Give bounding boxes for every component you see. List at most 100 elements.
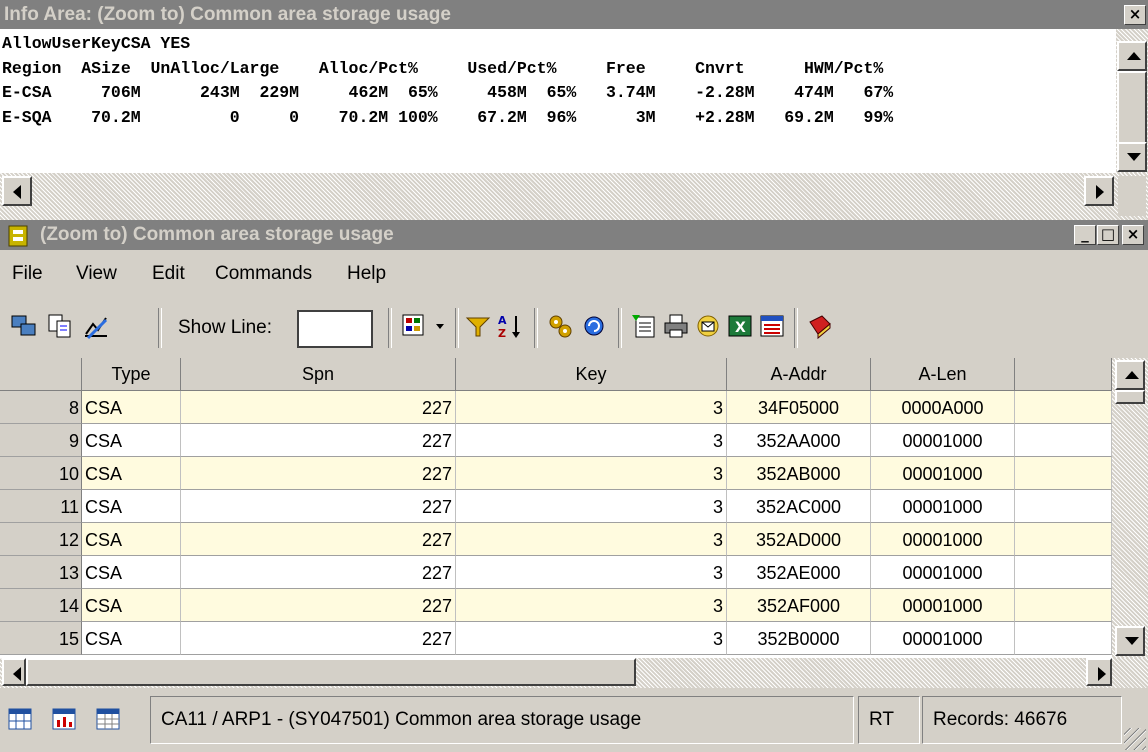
refresh-icon[interactable] bbox=[580, 312, 608, 340]
row-number[interactable]: 8 bbox=[0, 391, 82, 424]
spn-cell[interactable]: 227 bbox=[181, 622, 456, 655]
a-len-cell[interactable]: 00001000 bbox=[871, 490, 1015, 523]
a-addr-cell[interactable]: 352AA000 bbox=[727, 424, 871, 457]
type-cell[interactable]: CSA bbox=[82, 457, 181, 490]
chevron-down-icon[interactable] bbox=[436, 324, 444, 329]
menu-file[interactable]: File bbox=[12, 263, 43, 285]
a-len-cell[interactable]: 00001000 bbox=[871, 622, 1015, 655]
row-number[interactable]: 14 bbox=[0, 589, 82, 622]
a-addr-cell[interactable]: 352B0000 bbox=[727, 622, 871, 655]
spn-cell[interactable]: 227 bbox=[181, 391, 456, 424]
column-header-type[interactable]: Type bbox=[82, 358, 181, 391]
spn-cell[interactable]: 227 bbox=[181, 424, 456, 457]
menu-help[interactable]: Help bbox=[347, 263, 386, 285]
export-icon[interactable] bbox=[630, 312, 658, 340]
scroll-up-button[interactable] bbox=[1117, 41, 1147, 71]
scroll-thumb[interactable] bbox=[1117, 71, 1147, 149]
a-addr-cell[interactable]: 352AE000 bbox=[727, 556, 871, 589]
spn-cell[interactable]: 227 bbox=[181, 490, 456, 523]
table-row[interactable]: 14 CSA 227 3 352AF000 00001000 bbox=[0, 589, 1112, 622]
help-book-icon[interactable] bbox=[806, 312, 834, 340]
grid-vertical-scrollbar[interactable] bbox=[1112, 358, 1148, 658]
info-vertical-scrollbar[interactable] bbox=[1116, 29, 1148, 173]
network-icon[interactable] bbox=[10, 312, 38, 340]
a-addr-cell[interactable]: 34F05000 bbox=[727, 391, 871, 424]
row-number[interactable]: 15 bbox=[0, 622, 82, 655]
grid-view-icon[interactable] bbox=[96, 708, 120, 730]
report-format-icon[interactable] bbox=[400, 312, 428, 340]
excel-icon[interactable]: X bbox=[726, 312, 754, 340]
show-line-input[interactable] bbox=[297, 310, 373, 348]
table-row[interactable]: 11 CSA 227 3 352AC000 00001000 bbox=[0, 490, 1112, 523]
type-cell[interactable]: CSA bbox=[82, 523, 181, 556]
key-cell[interactable]: 3 bbox=[456, 457, 727, 490]
print-icon[interactable] bbox=[662, 312, 690, 340]
a-addr-cell[interactable]: 352AD000 bbox=[727, 523, 871, 556]
key-cell[interactable]: 3 bbox=[456, 424, 727, 457]
maximize-button[interactable]: □ bbox=[1097, 225, 1119, 245]
column-header-extra[interactable] bbox=[1015, 358, 1112, 391]
mail-icon[interactable] bbox=[694, 312, 722, 340]
extra-cell[interactable] bbox=[1015, 523, 1112, 556]
resize-grip[interactable] bbox=[1124, 728, 1146, 750]
scroll-thumb[interactable] bbox=[1115, 390, 1145, 404]
close-button[interactable]: × bbox=[1122, 225, 1144, 245]
menu-commands[interactable]: Commands bbox=[215, 263, 312, 285]
type-cell[interactable]: CSA bbox=[82, 424, 181, 457]
menu-view[interactable]: View bbox=[76, 263, 117, 285]
table-row[interactable]: 10 CSA 227 3 352AB000 00001000 bbox=[0, 457, 1112, 490]
chart-edit-icon[interactable] bbox=[82, 312, 110, 340]
row-number[interactable]: 13 bbox=[0, 556, 82, 589]
spn-cell[interactable]: 227 bbox=[181, 556, 456, 589]
key-cell[interactable]: 3 bbox=[456, 589, 727, 622]
extra-cell[interactable] bbox=[1015, 622, 1112, 655]
type-cell[interactable]: CSA bbox=[82, 589, 181, 622]
spn-cell[interactable]: 227 bbox=[181, 457, 456, 490]
extra-cell[interactable] bbox=[1015, 424, 1112, 457]
row-number[interactable]: 11 bbox=[0, 490, 82, 523]
column-header-rownum[interactable] bbox=[0, 358, 82, 391]
scroll-thumb[interactable] bbox=[26, 658, 636, 686]
scroll-down-button[interactable] bbox=[1115, 626, 1145, 656]
settings-gears-icon[interactable] bbox=[546, 312, 574, 340]
type-cell[interactable]: CSA bbox=[82, 556, 181, 589]
extra-cell[interactable] bbox=[1015, 457, 1112, 490]
key-cell[interactable]: 3 bbox=[456, 490, 727, 523]
info-horizontal-scrollbar[interactable] bbox=[0, 173, 1148, 220]
row-number[interactable]: 9 bbox=[0, 424, 82, 457]
menu-edit[interactable]: Edit bbox=[152, 263, 185, 285]
extra-cell[interactable] bbox=[1015, 490, 1112, 523]
extra-cell[interactable] bbox=[1015, 391, 1112, 424]
table-row[interactable]: 15 CSA 227 3 352B0000 00001000 bbox=[0, 622, 1112, 655]
table-row[interactable]: 13 CSA 227 3 352AE000 00001000 bbox=[0, 556, 1112, 589]
a-len-cell[interactable]: 00001000 bbox=[871, 589, 1015, 622]
sort-icon[interactable]: AZ bbox=[496, 312, 524, 340]
a-addr-cell[interactable]: 352AC000 bbox=[727, 490, 871, 523]
a-addr-cell[interactable]: 352AB000 bbox=[727, 457, 871, 490]
filter-icon[interactable] bbox=[464, 312, 492, 340]
scroll-right-button[interactable] bbox=[1086, 658, 1112, 686]
type-cell[interactable]: CSA bbox=[82, 490, 181, 523]
row-number[interactable]: 12 bbox=[0, 523, 82, 556]
a-len-cell[interactable]: 00001000 bbox=[871, 556, 1015, 589]
key-cell[interactable]: 3 bbox=[456, 523, 727, 556]
scroll-down-button[interactable] bbox=[1117, 142, 1147, 172]
key-cell[interactable]: 3 bbox=[456, 556, 727, 589]
a-len-cell[interactable]: 00001000 bbox=[871, 457, 1015, 490]
a-addr-cell[interactable]: 352AF000 bbox=[727, 589, 871, 622]
a-len-cell[interactable]: 0000A000 bbox=[871, 391, 1015, 424]
minimize-button[interactable]: _ bbox=[1074, 225, 1096, 245]
chart-view-icon[interactable] bbox=[52, 708, 76, 730]
main-titlebar[interactable]: (Zoom to) Common area storage usage _ □ … bbox=[0, 220, 1148, 250]
scroll-up-button[interactable] bbox=[1115, 360, 1145, 390]
extra-cell[interactable] bbox=[1015, 589, 1112, 622]
scroll-left-button[interactable] bbox=[2, 176, 32, 206]
html-export-icon[interactable] bbox=[758, 312, 786, 340]
column-header-a-addr[interactable]: A-Addr bbox=[727, 358, 871, 391]
table-row[interactable]: 9 CSA 227 3 352AA000 00001000 bbox=[0, 424, 1112, 457]
table-view-icon[interactable] bbox=[8, 708, 32, 730]
spn-cell[interactable]: 227 bbox=[181, 589, 456, 622]
type-cell[interactable]: CSA bbox=[82, 391, 181, 424]
type-cell[interactable]: CSA bbox=[82, 622, 181, 655]
table-row[interactable]: 12 CSA 227 3 352AD000 00001000 bbox=[0, 523, 1112, 556]
